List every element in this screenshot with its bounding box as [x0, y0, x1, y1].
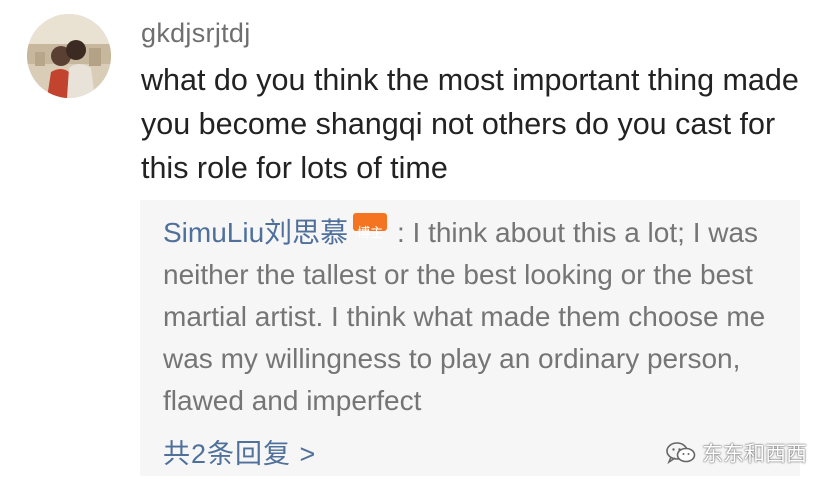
avatar[interactable] [27, 14, 111, 98]
reply-content: SimuLiu刘思慕 博主 : I think about this a lot;… [163, 212, 788, 422]
host-badge: 博主 [353, 213, 388, 241]
reply-box[interactable]: SimuLiu刘思慕 博主 : I think about this a lot;… [140, 200, 800, 476]
wechat-icon [666, 442, 696, 464]
view-replies-link[interactable]: 共2条回复 > [163, 432, 316, 471]
comment-text: what do you think the most important thi… [141, 63, 799, 185]
comment-username[interactable]: gkdjsrjtdj [141, 18, 251, 49]
watermark: 东东和西西 [666, 438, 807, 468]
watermark-text: 东东和西西 [702, 442, 807, 466]
avatar-image [27, 14, 111, 98]
reply-author-name[interactable]: SimuLiu刘思慕 [163, 217, 348, 248]
